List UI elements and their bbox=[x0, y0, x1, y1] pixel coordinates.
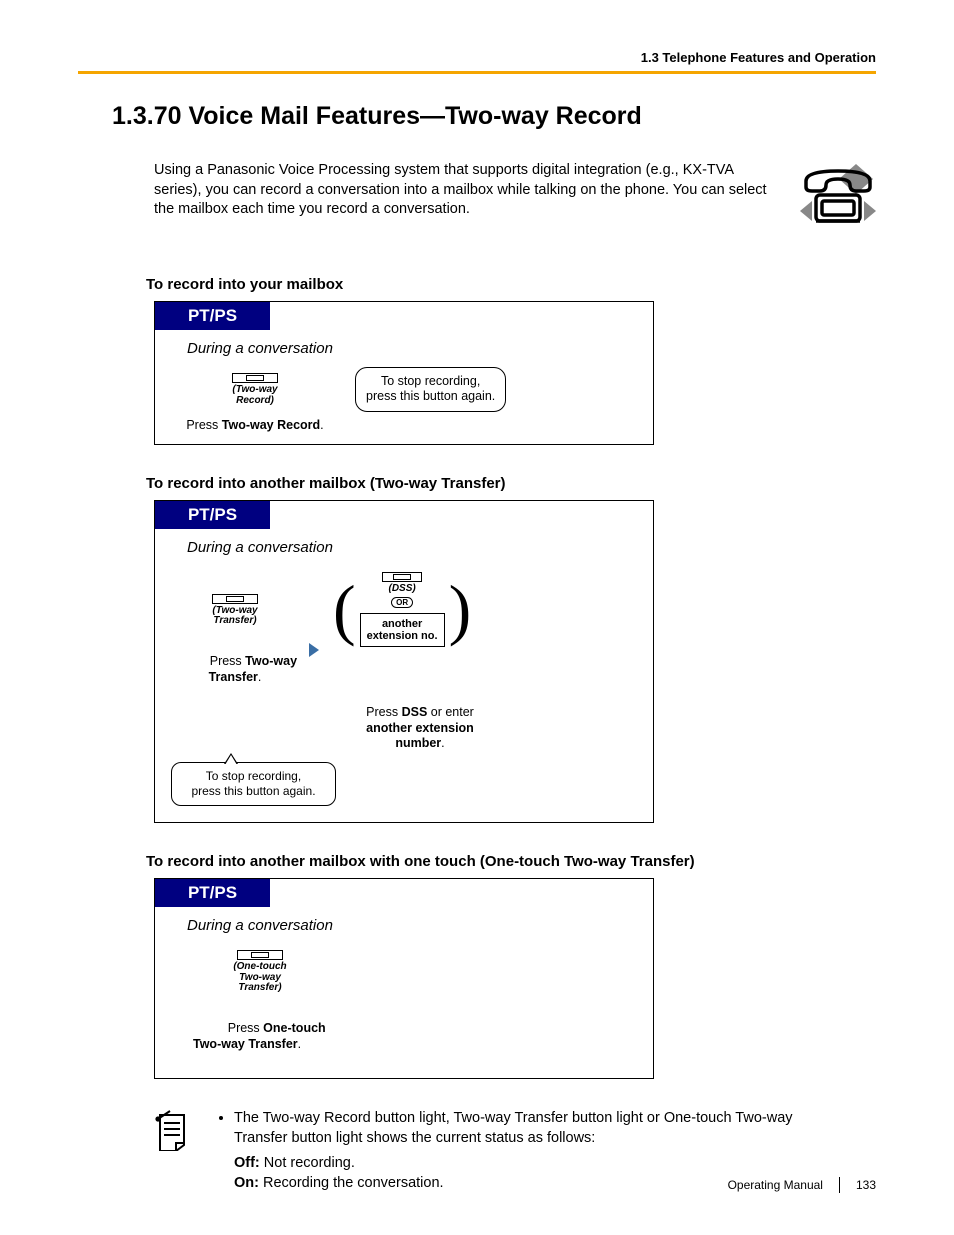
another-ext-box: another extension no. bbox=[360, 613, 445, 647]
right-paren-icon: ) bbox=[449, 582, 472, 636]
context-label: During a conversation bbox=[155, 907, 653, 950]
one-touch-button-icon bbox=[237, 950, 283, 960]
caption: Press One-touch Two-way Transfer. bbox=[175, 1006, 345, 1069]
caption: Press Two-way Record. bbox=[175, 418, 335, 434]
button-label: (Two-way Transfer) bbox=[175, 606, 295, 627]
note-bullet: The Two-way Record button light, Two-way… bbox=[234, 1109, 846, 1148]
section2-heading: To record into another mailbox (Two-way … bbox=[78, 475, 876, 492]
button-label: (Two-way Record) bbox=[175, 385, 335, 406]
footer-page-number: 133 bbox=[856, 1178, 876, 1192]
stop-note: To stop recording, press this button aga… bbox=[355, 367, 506, 412]
left-paren-icon: ( bbox=[333, 582, 356, 636]
button-label: (One-touch Two-way Transfer) bbox=[175, 962, 345, 994]
intro-paragraph: Using a Panasonic Voice Processing syste… bbox=[154, 161, 778, 220]
on-label: On: bbox=[234, 1175, 259, 1191]
note-icon bbox=[154, 1109, 194, 1156]
section1-diagram: PT/PS During a conversation (Two-way Rec… bbox=[154, 301, 654, 445]
phone-x-icon bbox=[798, 161, 876, 236]
stop-callout: To stop recording, press this button aga… bbox=[171, 762, 336, 806]
or-label: OR bbox=[391, 597, 413, 608]
two-way-transfer-button-icon bbox=[212, 594, 258, 604]
off-text: Not recording. bbox=[260, 1155, 355, 1171]
off-label: Off: bbox=[234, 1155, 260, 1171]
page-footer: Operating Manual 133 bbox=[728, 1177, 876, 1193]
caption-dss: Press DSS or enter another extension num… bbox=[345, 705, 495, 752]
header-breadcrumb: 1.3 Telephone Features and Operation bbox=[78, 50, 876, 74]
two-way-record-button-icon bbox=[232, 373, 278, 383]
on-text: Recording the conversation. bbox=[259, 1175, 444, 1191]
page-title: 1.3.70 Voice Mail Features—Two-way Recor… bbox=[78, 102, 876, 131]
caption: Press Two-way Transfer. bbox=[175, 639, 295, 702]
ptps-tab: PT/PS bbox=[155, 501, 270, 529]
dss-label: (DSS) bbox=[360, 583, 445, 594]
footer-manual: Operating Manual bbox=[728, 1178, 823, 1192]
dss-button-icon bbox=[382, 572, 422, 582]
context-label: During a conversation bbox=[155, 529, 653, 572]
section3-diagram: PT/PS During a conversation (One-touch T… bbox=[154, 878, 654, 1079]
section2-diagram: PT/PS During a conversation (Two-way Tra… bbox=[154, 500, 654, 823]
section3-heading: To record into another mailbox with one … bbox=[78, 853, 876, 870]
section1-heading: To record into your mailbox bbox=[78, 276, 876, 293]
arrow-right-icon bbox=[309, 643, 319, 657]
ptps-tab: PT/PS bbox=[155, 879, 270, 907]
ptps-tab: PT/PS bbox=[155, 302, 270, 330]
